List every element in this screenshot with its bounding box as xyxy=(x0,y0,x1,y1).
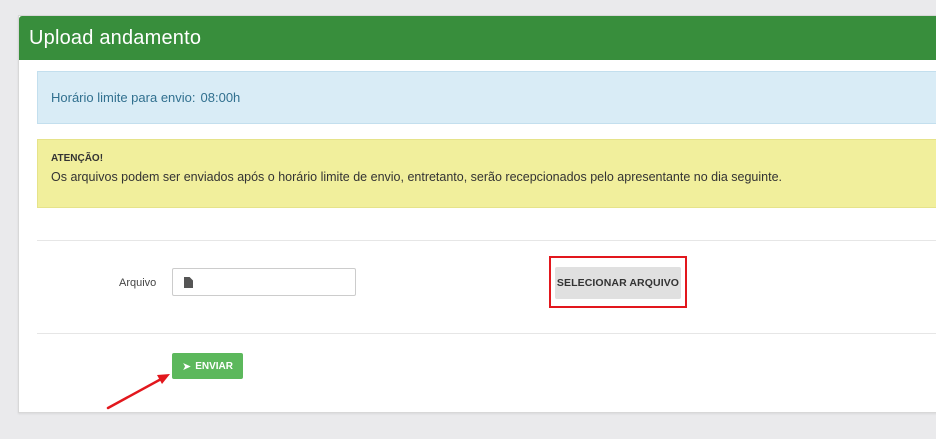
info-alert: Horário limite para envio: 08:00h xyxy=(37,71,936,124)
file-icon xyxy=(184,277,193,288)
send-button[interactable]: ➤ ENVIAR xyxy=(172,353,243,379)
page-title: Upload andamento xyxy=(29,26,202,49)
file-label: Arquivo xyxy=(119,277,157,289)
warning-alert: ATENÇÃO! Os arquivos podem ser enviados … xyxy=(37,139,936,208)
panel-header: Upload andamento xyxy=(19,16,936,60)
paper-plane-icon: ➤ xyxy=(181,360,192,373)
deadline-time: 08:00h xyxy=(200,90,241,105)
deadline-label: Horário limite para envio: xyxy=(51,90,196,105)
file-input[interactable] xyxy=(172,268,356,296)
divider-bottom xyxy=(37,333,936,334)
select-file-button[interactable]: SELECIONAR ARQUIVO xyxy=(555,267,681,299)
send-button-label: ENVIAR xyxy=(195,360,233,372)
warning-message: Os arquivos podem ser enviados após o ho… xyxy=(51,170,783,184)
warning-title: ATENÇÃO! xyxy=(51,153,104,164)
divider-top xyxy=(37,240,936,241)
